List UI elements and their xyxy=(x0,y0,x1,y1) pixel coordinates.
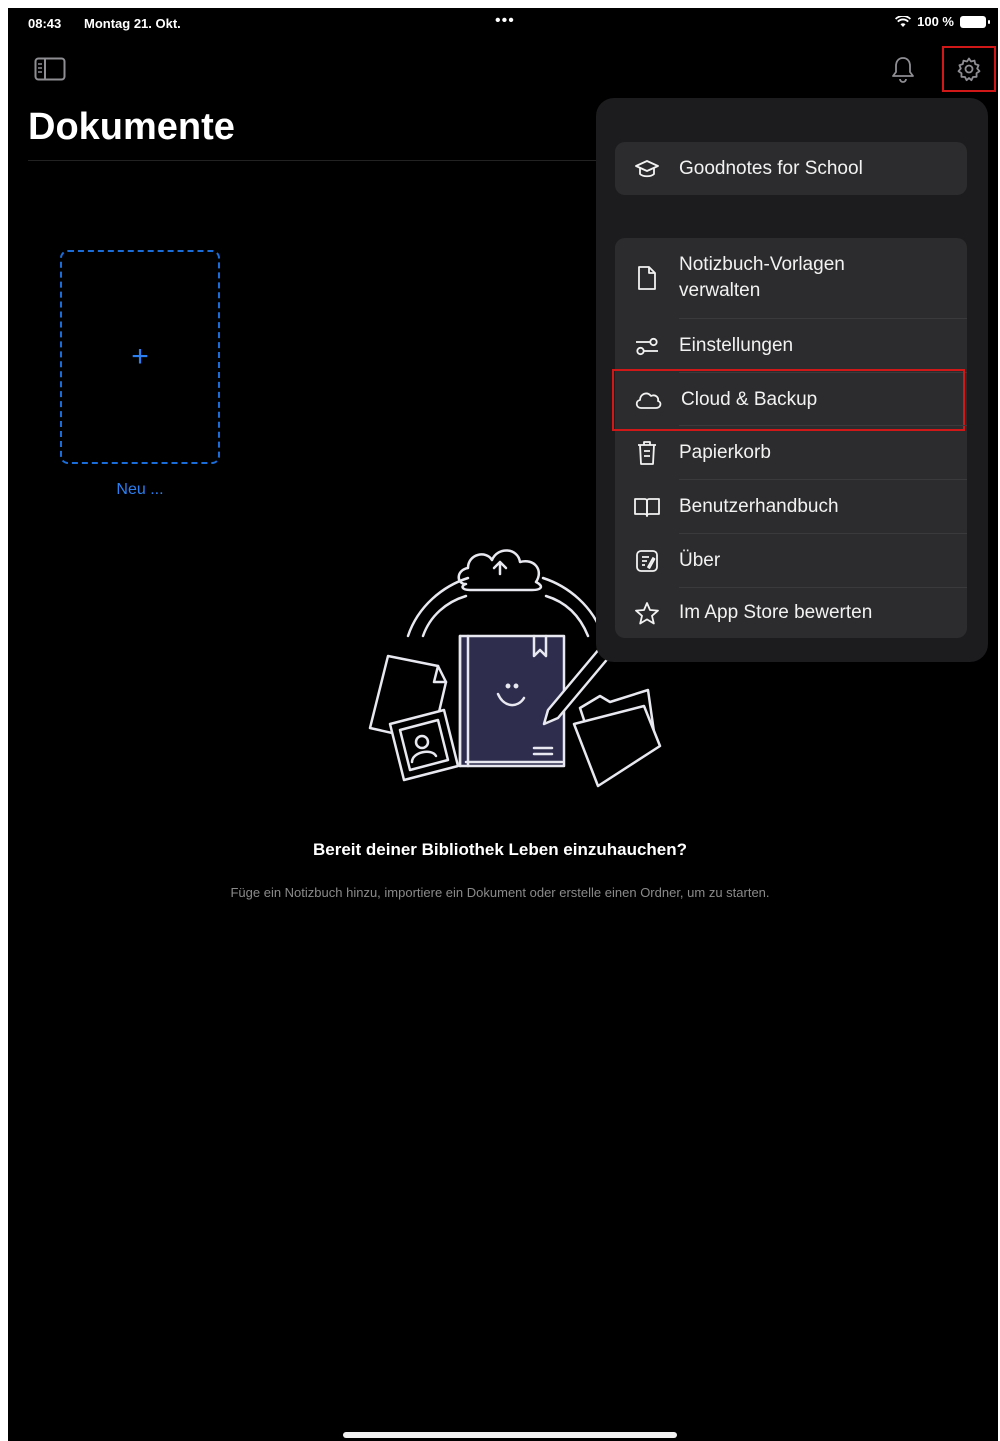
info-doc-icon xyxy=(636,549,658,572)
wifi-icon xyxy=(895,15,912,27)
battery-icon xyxy=(960,15,990,28)
gear-icon xyxy=(957,57,981,82)
menu-label: Papierkorb xyxy=(679,441,771,463)
sliders-icon xyxy=(636,337,658,355)
status-time: 08:43 xyxy=(28,16,62,31)
menu-label: Goodnotes for School xyxy=(679,157,863,179)
sidebar-icon xyxy=(34,57,66,81)
bell-icon xyxy=(892,57,914,83)
menu-item-trash[interactable]: Papierkorb xyxy=(615,426,967,479)
battery-percent: 100 % xyxy=(917,14,954,29)
home-indicator[interactable] xyxy=(343,1432,677,1438)
empty-state-subtitle: Füge ein Notizbuch hinzu, importiere ein… xyxy=(230,885,770,900)
page-title: Dokumente xyxy=(28,106,235,148)
graduation-cap-icon xyxy=(635,159,659,177)
status-date: Montag 21. Okt. xyxy=(84,16,181,31)
menu-item-user-manual[interactable]: Benutzerhandbuch xyxy=(615,480,967,533)
menu-item-cloud-backup[interactable]: Cloud & Backup xyxy=(612,369,965,431)
empty-state-title: Bereit deiner Bibliothek Leben einzuhauc… xyxy=(312,840,688,859)
school-group: Goodnotes for School xyxy=(615,142,967,195)
menu-item-settings[interactable]: Einstellungen xyxy=(615,319,967,372)
app-screen: 08:43 Montag 21. Okt. ••• 100 % Dokument… xyxy=(8,8,998,1441)
new-document-label[interactable]: Neu ... xyxy=(60,481,220,499)
new-document-tile[interactable]: + xyxy=(60,250,220,464)
menu-label: Einstellungen xyxy=(679,334,794,356)
book-icon xyxy=(634,497,660,517)
trash-icon xyxy=(638,440,656,465)
settings-button[interactable] xyxy=(942,46,996,92)
menu-item-manage-templates[interactable]: Notizbuch-Vorlagen verwalten xyxy=(615,238,967,318)
status-bar: 08:43 Montag 21. Okt. ••• 100 % xyxy=(8,8,998,38)
menu-label: Benutzerhandbuch xyxy=(679,495,839,517)
sidebar-toggle-button[interactable] xyxy=(32,54,68,84)
menu-label: Notizbuch-Vorlagen verwalten xyxy=(679,254,845,301)
document-icon xyxy=(638,266,656,290)
cloud-icon xyxy=(635,392,661,409)
menu-item-goodnotes-for-school[interactable]: Goodnotes for School xyxy=(615,142,967,195)
settings-popover-menu: Goodnotes for School Notizbuch-Vorlagen … xyxy=(596,98,988,662)
settings-group: Notizbuch-Vorlagen verwalten Einstellung… xyxy=(612,238,967,638)
notifications-button[interactable] xyxy=(886,52,920,86)
menu-label: Im App Store bewerten xyxy=(679,602,873,623)
multitask-dots[interactable]: ••• xyxy=(495,12,515,30)
menu-item-about[interactable]: Über xyxy=(615,534,967,587)
star-icon xyxy=(635,602,659,625)
menu-item-rate-app-store[interactable]: Im App Store bewerten xyxy=(615,588,967,638)
menu-label: Cloud & Backup xyxy=(681,389,818,410)
menu-label: Über xyxy=(679,549,721,571)
plus-icon: + xyxy=(131,340,149,373)
